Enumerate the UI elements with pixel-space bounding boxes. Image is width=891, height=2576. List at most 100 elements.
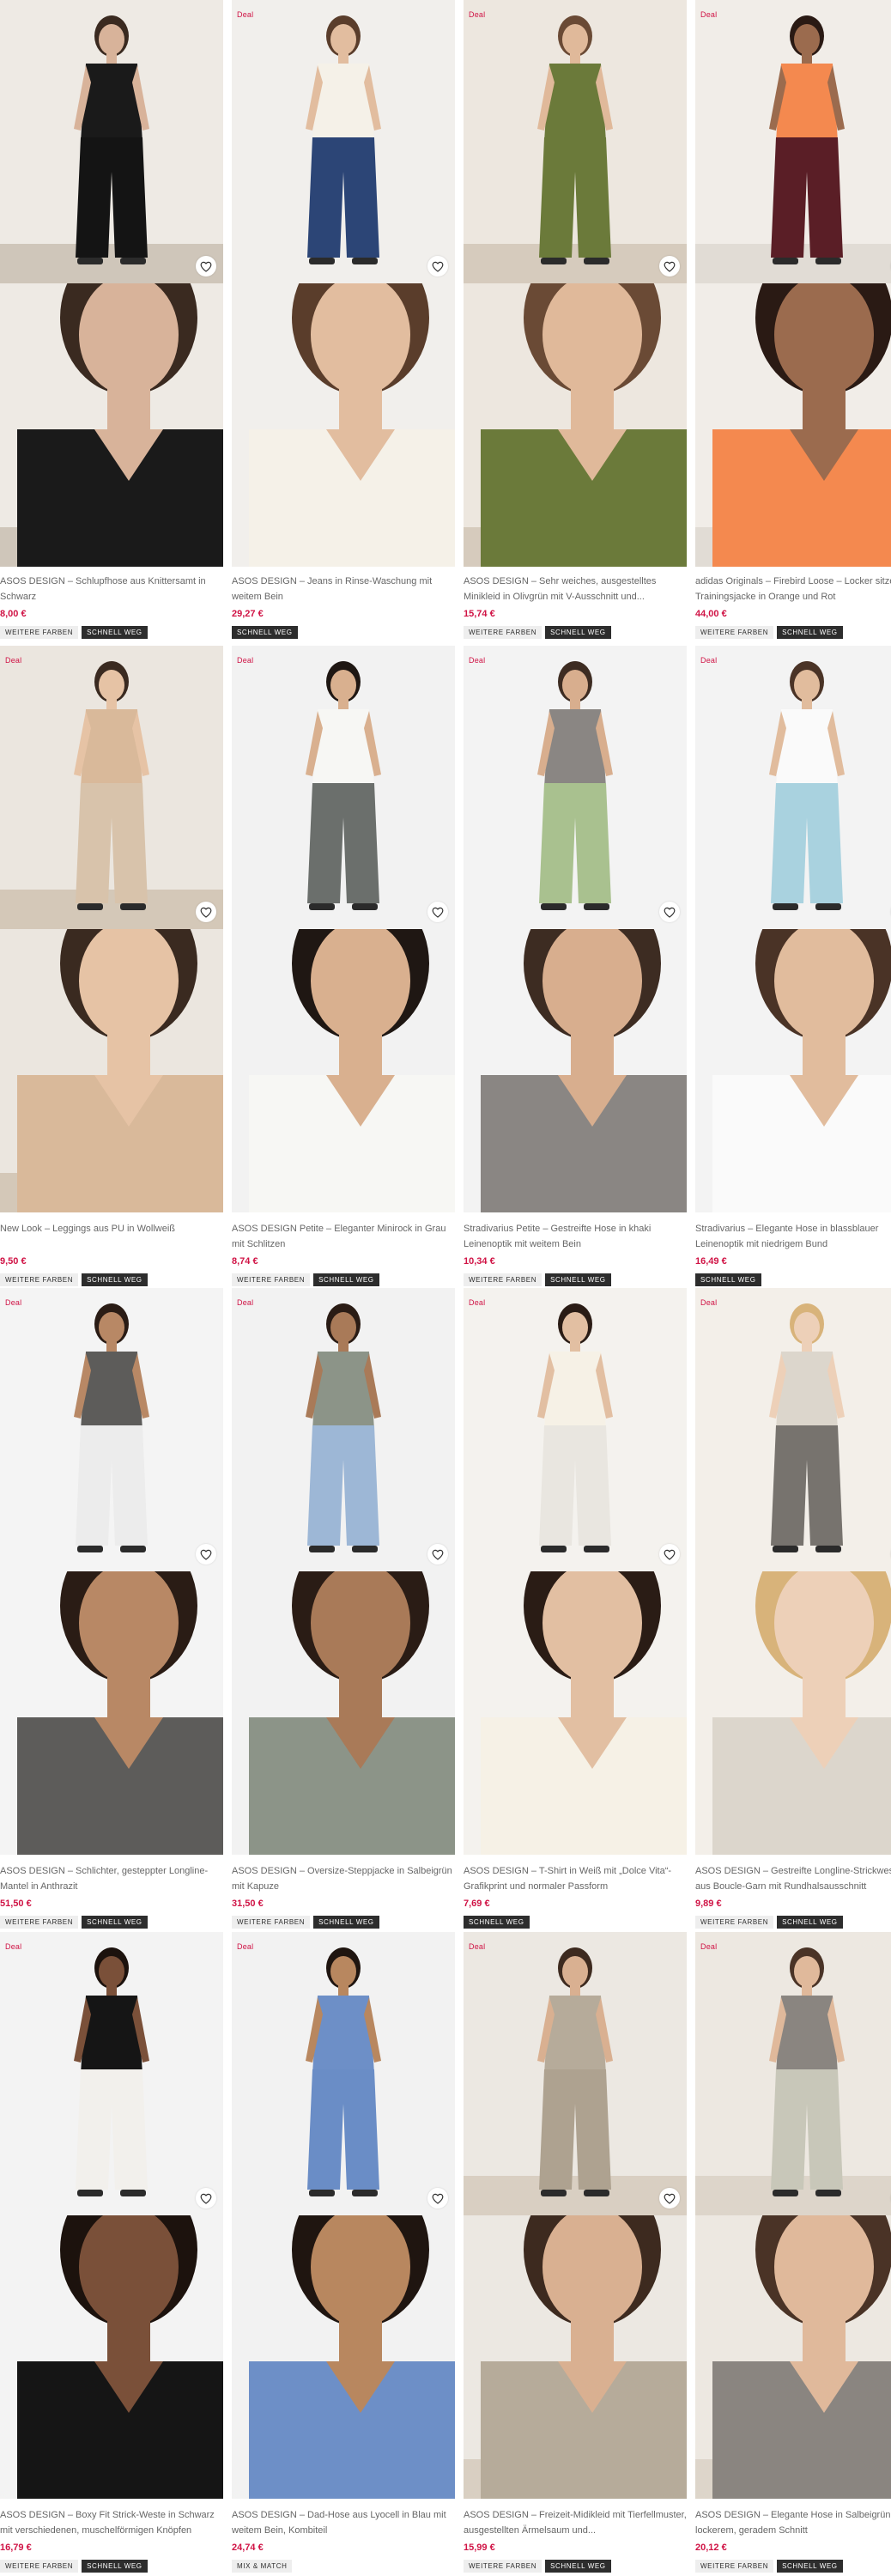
product-image[interactable]: Deal — [464, 0, 687, 283]
product-image[interactable]: Deal — [464, 646, 687, 929]
product-info[interactable]: ASOS DESIGN – Schlupfhose aus Knittersam… — [0, 574, 223, 639]
product-name[interactable]: ASOS DESIGN – Oversize-Steppjacke in Sal… — [232, 1863, 455, 1894]
product-image-alt[interactable] — [695, 929, 891, 1212]
product-image[interactable]: Deal — [464, 1288, 687, 1571]
product-info[interactable]: ASOS DESIGN – Sehr weiches, ausgestellte… — [464, 574, 687, 639]
save-for-later-button[interactable] — [427, 2188, 448, 2208]
product-image-alt[interactable] — [0, 1571, 223, 1855]
save-for-later-button[interactable] — [427, 1544, 448, 1564]
product-name[interactable]: ASOS DESIGN – Jeans in Rinse-Waschung mi… — [232, 574, 455, 605]
product-info[interactable]: ASOS DESIGN – Boxy Fit Strick-Weste in S… — [0, 2507, 223, 2573]
product-info[interactable]: ASOS DESIGN – Schlichter, gesteppter Lon… — [0, 1863, 223, 1929]
save-for-later-button[interactable] — [427, 256, 448, 276]
product-info[interactable]: ASOS DESIGN – Jeans in Rinse-Waschung mi… — [232, 574, 455, 639]
product-image[interactable]: Deal — [0, 646, 223, 929]
product-name[interactable]: ASOS DESIGN – Gestreifte Longline-Strick… — [695, 1863, 891, 1894]
product-name[interactable]: New Look – Leggings aus PU in Wollweiß — [0, 1221, 223, 1252]
save-for-later-button[interactable] — [659, 902, 680, 922]
product-image[interactable]: Deal — [695, 1288, 891, 1571]
save-for-later-button[interactable] — [196, 256, 216, 276]
product-name[interactable]: ASOS DESIGN – Dad-Hose aus Lyocell in Bl… — [232, 2507, 455, 2538]
product-image-gallery[interactable]: Deal — [0, 646, 223, 1212]
product-image-gallery[interactable]: Deal — [695, 0, 891, 567]
product-image-alt[interactable] — [464, 283, 687, 567]
save-for-later-button[interactable] — [196, 1544, 216, 1564]
product-image-gallery[interactable]: Deal — [0, 1288, 223, 1855]
product-image-alt[interactable] — [232, 2215, 455, 2499]
product-image-gallery[interactable]: Deal — [232, 0, 455, 567]
product-name[interactable]: ASOS DESIGN – Schlupfhose aus Knittersam… — [0, 574, 223, 605]
save-for-later-button[interactable] — [427, 902, 448, 922]
product-image[interactable]: Deal — [464, 1932, 687, 2215]
save-for-later-button[interactable] — [196, 2188, 216, 2208]
product-price: 9,50 € — [0, 1256, 27, 1267]
product-image[interactable]: Deal — [0, 1932, 223, 2215]
product-info[interactable]: ASOS DESIGN – Elegante Hose in Salbeigrü… — [695, 2507, 891, 2573]
product-image-gallery[interactable]: Deal — [695, 1288, 891, 1855]
product-info[interactable]: Stradivarius – Elegante Hose in blassbla… — [695, 1221, 891, 1286]
save-for-later-button[interactable] — [659, 2188, 680, 2208]
product-image-gallery[interactable]: Deal — [232, 646, 455, 1212]
product-image[interactable]: Deal — [232, 0, 455, 283]
product-image[interactable]: Deal — [695, 646, 891, 929]
product-image-alt[interactable] — [464, 929, 687, 1212]
product-image-gallery[interactable]: Deal — [464, 1932, 687, 2499]
selling-fast-badge: SCHNELL WEG — [82, 1916, 148, 1929]
product-image-alt[interactable] — [695, 2215, 891, 2499]
product-image[interactable] — [0, 0, 223, 283]
product-image[interactable]: Deal — [232, 1288, 455, 1571]
model-figure — [17, 2215, 223, 2499]
product-image[interactable]: Deal — [232, 646, 455, 929]
product-image-gallery[interactable]: Deal — [232, 1932, 455, 2499]
product-info[interactable]: ASOS DESIGN – Freizeit-Midikleid mit Tie… — [464, 2507, 687, 2573]
product-image[interactable]: Deal — [232, 1932, 455, 2215]
product-info[interactable]: adidas Originals – Firebird Loose – Lock… — [695, 574, 891, 639]
product-name[interactable]: ASOS DESIGN – Elegante Hose in Salbeigrü… — [695, 2507, 891, 2538]
product-name[interactable]: ASOS DESIGN – Schlichter, gesteppter Lon… — [0, 1863, 223, 1894]
product-name[interactable]: Stradivarius Petite – Gestreifte Hose in… — [464, 1221, 687, 1252]
product-image-alt[interactable] — [232, 283, 455, 567]
product-image-alt[interactable] — [464, 1571, 687, 1855]
product-image-gallery[interactable]: Deal — [695, 1932, 891, 2499]
product-name[interactable]: ASOS DESIGN – Boxy Fit Strick-Weste in S… — [0, 2507, 223, 2538]
product-name[interactable]: adidas Originals – Firebird Loose – Lock… — [695, 574, 891, 605]
product-image-alt[interactable] — [0, 283, 223, 567]
product-image[interactable]: Deal — [695, 0, 891, 283]
product-image-gallery[interactable]: Deal — [464, 646, 687, 1212]
product-badges: WEITERE FARBEN SCHNELL WEG — [695, 2560, 891, 2573]
product-info[interactable]: ASOS DESIGN – Dad-Hose aus Lyocell in Bl… — [232, 2507, 455, 2573]
product-image-gallery[interactable]: Deal — [0, 1932, 223, 2499]
product-image-alt[interactable] — [695, 283, 891, 567]
save-for-later-button[interactable] — [196, 902, 216, 922]
product-name[interactable]: ASOS DESIGN Petite – Eleganter Minirock … — [232, 1221, 455, 1252]
product-name[interactable]: ASOS DESIGN – Sehr weiches, ausgestellte… — [464, 574, 687, 605]
product-image-gallery[interactable] — [0, 0, 223, 567]
product-info[interactable]: ASOS DESIGN Petite – Eleganter Minirock … — [232, 1221, 455, 1286]
save-for-later-button[interactable] — [659, 256, 680, 276]
product-info[interactable]: New Look – Leggings aus PU in Wollweiß 9,… — [0, 1221, 223, 1286]
product-info[interactable]: ASOS DESIGN – Gestreifte Longline-Strick… — [695, 1863, 891, 1929]
product-info[interactable]: Stradivarius Petite – Gestreifte Hose in… — [464, 1221, 687, 1286]
deal-badge: Deal — [5, 656, 22, 665]
deal-badge: Deal — [5, 1942, 22, 1951]
product-image-alt[interactable] — [232, 1571, 455, 1855]
product-image-gallery[interactable]: Deal — [232, 1288, 455, 1855]
product-name[interactable]: ASOS DESIGN – T-Shirt in Weiß mit „Dolce… — [464, 1863, 687, 1894]
model-figure — [537, 1303, 613, 1552]
product-image-alt[interactable] — [0, 929, 223, 1212]
product-info[interactable]: ASOS DESIGN – T-Shirt in Weiß mit „Dolce… — [464, 1863, 687, 1929]
product-name[interactable]: Stradivarius – Elegante Hose in blassbla… — [695, 1221, 891, 1252]
product-image-alt[interactable] — [0, 2215, 223, 2499]
product-image[interactable]: Deal — [695, 1932, 891, 2215]
product-image-alt[interactable] — [695, 1571, 891, 1855]
product-image[interactable]: Deal — [0, 1288, 223, 1571]
product-image-gallery[interactable]: Deal — [464, 0, 687, 567]
product-image-alt[interactable] — [232, 929, 455, 1212]
product-image-gallery[interactable]: Deal — [695, 646, 891, 1212]
product-name[interactable]: ASOS DESIGN – Freizeit-Midikleid mit Tie… — [464, 2507, 687, 2538]
product-image-alt[interactable] — [464, 2215, 687, 2499]
product-info[interactable]: ASOS DESIGN – Oversize-Steppjacke in Sal… — [232, 1863, 455, 1929]
product-image-gallery[interactable]: Deal — [464, 1288, 687, 1855]
selling-fast-badge: SCHNELL WEG — [82, 2560, 148, 2573]
save-for-later-button[interactable] — [659, 1544, 680, 1564]
